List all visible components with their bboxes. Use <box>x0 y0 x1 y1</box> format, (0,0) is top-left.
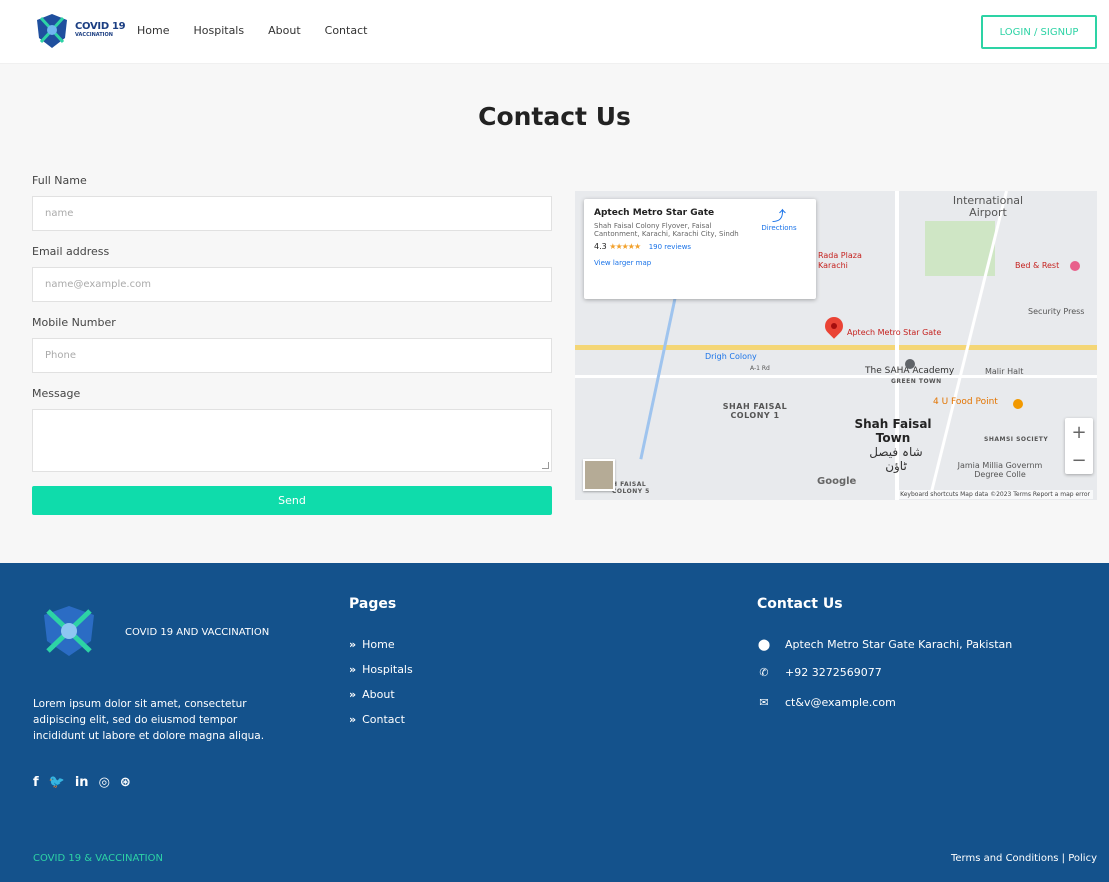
message-textarea[interactable] <box>32 409 552 472</box>
envelope-icon: ✉ <box>759 696 769 709</box>
full-name-label: Full Name <box>32 174 87 187</box>
zoom-out-button[interactable]: − <box>1065 446 1093 474</box>
double-chevron-icon: » <box>349 713 357 726</box>
directions-button[interactable]: ⤴ Directions <box>754 210 804 232</box>
dribbble-icon[interactable]: ⊛ <box>120 775 131 790</box>
facebook-icon[interactable]: f <box>33 775 39 790</box>
map-place-address: Shah Faisal Colony Flyover, Faisal Canto… <box>594 222 739 238</box>
view-larger-map-link[interactable]: View larger map <box>594 259 806 267</box>
map-satellite-toggle[interactable] <box>583 459 615 491</box>
map-rating-value: 4.3 <box>594 242 607 251</box>
login-signup-button[interactable]: LOGIN / SIGNUP <box>981 15 1097 49</box>
footer-email[interactable]: ✉ ct&v@example.com <box>757 696 896 709</box>
embedded-map[interactable]: International Airport Rada Plaza Karachi… <box>575 191 1097 500</box>
footer-phone-text: +92 3272569077 <box>785 666 882 679</box>
nav-contact[interactable]: Contact <box>325 24 368 37</box>
map-label-plaza: Rada Plaza Karachi <box>818 251 862 270</box>
double-chevron-icon: » <box>349 638 357 651</box>
map-label-drigh: Drigh Colony <box>705 352 757 361</box>
map-label-pin: Aptech Metro Star Gate <box>847 328 942 337</box>
map-poi-icon <box>1070 261 1080 271</box>
site-header: COVID 19 VACCINATION Home Hospitals Abou… <box>0 0 1109 64</box>
footer-link-home[interactable]: » Home <box>349 638 395 651</box>
footer-pages-heading: Pages <box>349 596 397 612</box>
social-links: f 🐦 in ◎ ⊛ <box>33 775 131 790</box>
linkedin-icon[interactable]: in <box>75 775 89 790</box>
map-zoom-control: + − <box>1065 418 1093 474</box>
directions-label: Directions <box>761 224 797 232</box>
map-label-colony5: H FAISAL COLONY 5 <box>612 481 650 495</box>
logo-subtext: VACCINATION <box>75 32 113 38</box>
phone-icon: ✆ <box>759 666 769 679</box>
map-label-shamsi: SHAMSI SOCIETY <box>984 436 1049 443</box>
footer-description: Lorem ipsum dolor sit amet, consectetur … <box>33 698 265 742</box>
footer-logo-icon <box>44 606 94 656</box>
resize-grip-icon[interactable] <box>542 462 549 469</box>
footer-copyright[interactable]: COVID 19 & VACCINATION <box>33 853 163 864</box>
email-input[interactable]: name@example.com <box>32 267 552 302</box>
map-label-food: 4 U Food Point <box>933 397 998 407</box>
shield-logo-icon <box>37 14 67 48</box>
map-reviews-link[interactable]: 190 reviews <box>649 243 691 251</box>
map-label-shah-urdu: شاہ فیصل ٹاؤن <box>869 445 923 473</box>
directions-icon: ⤴ <box>772 209 786 225</box>
map-attribution[interactable]: Keyboard shortcuts Map data ©2023 Terms … <box>897 490 1093 499</box>
contact-section: Contact Us Full Name name Email address … <box>0 64 1109 563</box>
page-title: Contact Us <box>478 102 631 131</box>
double-chevron-icon: » <box>349 688 357 701</box>
map-place-card: Aptech Metro Star Gate Shah Faisal Colon… <box>584 199 816 299</box>
map-green-area <box>925 221 995 276</box>
main-nav: Home Hospitals About Contact <box>137 24 391 37</box>
footer-address-text: Aptech Metro Star Gate Karachi, Pakistan <box>785 638 1013 651</box>
map-label-bed-rest: Bed & Rest <box>1015 261 1060 270</box>
footer-link-hospitals[interactable]: » Hospitals <box>349 663 413 676</box>
nav-hospitals[interactable]: Hospitals <box>193 24 244 37</box>
email-label: Email address <box>32 245 110 258</box>
footer-email-text: ct&v@example.com <box>785 696 896 709</box>
google-logo: Google <box>817 476 857 487</box>
mobile-label: Mobile Number <box>32 316 116 329</box>
message-label: Message <box>32 387 81 400</box>
footer-legal-links[interactable]: Terms and Conditions | Policy <box>951 853 1097 864</box>
footer-link-label: Home <box>362 638 395 651</box>
map-poi-icon <box>1013 399 1023 409</box>
zoom-in-button[interactable]: + <box>1065 418 1093 446</box>
footer-phone[interactable]: ✆ +92 3272569077 <box>757 666 882 679</box>
double-chevron-icon: » <box>349 663 357 676</box>
map-label-green-town: GREEN TOWN <box>891 378 942 385</box>
footer-contact-heading: Contact Us <box>757 596 843 612</box>
map-label-a1: A-1 Rd <box>750 365 770 372</box>
footer-brand: COVID 19 AND VACCINATION <box>125 627 270 638</box>
map-main-road <box>575 345 1097 350</box>
map-rating: 4.3 ★★★★★ 190 reviews <box>594 242 806 251</box>
footer-link-label: Hospitals <box>362 663 413 676</box>
map-poi-icon <box>905 359 915 369</box>
location-pin-icon: ⬤ <box>757 638 771 651</box>
footer-link-about[interactable]: » About <box>349 688 395 701</box>
mobile-input[interactable]: Phone <box>32 338 552 373</box>
map-label-security: Security Press <box>1028 307 1085 316</box>
full-name-input[interactable]: name <box>32 196 552 231</box>
map-label-jamia: Jamia Millia Governm Degree Colle <box>957 461 1043 479</box>
footer-link-contact[interactable]: » Contact <box>349 713 405 726</box>
instagram-icon[interactable]: ◎ <box>99 775 110 790</box>
map-pin-icon[interactable] <box>821 313 847 339</box>
footer-link-label: About <box>362 688 395 701</box>
map-label-airport: International Airport <box>952 194 1024 219</box>
map-stars-icon: ★★★★★ <box>609 242 641 251</box>
footer-link-label: Contact <box>362 713 405 726</box>
map-label-shah-town: Shah Faisal Town <box>854 417 932 445</box>
twitter-icon[interactable]: 🐦 <box>49 775 65 790</box>
site-footer: COVID 19 AND VACCINATION Lorem ipsum dol… <box>0 563 1109 882</box>
map-label-malir: Malir Halt <box>985 367 1024 376</box>
map-label-shah-colony: SHAH FAISAL COLONY 1 <box>722 402 788 420</box>
send-button[interactable]: Send <box>32 486 552 515</box>
footer-address: ⬤ Aptech Metro Star Gate Karachi, Pakista… <box>757 638 1012 651</box>
site-logo[interactable]: COVID 19 VACCINATION <box>33 10 131 52</box>
nav-about[interactable]: About <box>268 24 301 37</box>
nav-home[interactable]: Home <box>137 24 169 37</box>
